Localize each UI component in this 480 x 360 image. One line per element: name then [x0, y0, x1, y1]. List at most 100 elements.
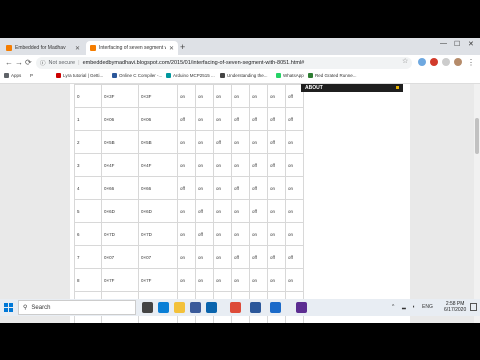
table-cell: on	[195, 176, 214, 200]
bookmark-apps[interactable]: Apps	[4, 73, 21, 78]
bookmark-lyra[interactable]: Lyra tutorial | Getti...	[56, 73, 103, 78]
table-cell: on	[267, 222, 286, 246]
close-window-button[interactable]: ✕	[468, 40, 474, 48]
mail-icon[interactable]	[206, 302, 217, 313]
extension-icon[interactable]	[442, 58, 450, 66]
table-cell: on	[177, 130, 196, 154]
windows-logo-icon	[9, 308, 13, 312]
word-icon[interactable]	[250, 302, 261, 313]
table-cell: 1	[74, 107, 102, 131]
bookmark-label: WhatsApp	[283, 73, 304, 78]
table-cell: on	[231, 199, 250, 223]
notification-center-icon[interactable]	[470, 303, 477, 311]
windows-logo-icon	[4, 303, 8, 307]
table-cell: on	[195, 107, 214, 131]
new-tab-button[interactable]: +	[180, 42, 185, 52]
volume-icon[interactable]: ◖	[412, 304, 415, 310]
table-cell: 0×6D	[138, 199, 178, 223]
store-icon[interactable]	[190, 302, 201, 313]
bookmark-online-c[interactable]: Online C Compiler -...	[112, 73, 162, 78]
menu-icon[interactable]: ⋮	[467, 57, 475, 69]
photos-icon[interactable]	[270, 302, 281, 313]
chrome-icon[interactable]	[230, 302, 241, 313]
extension-icon[interactable]	[430, 58, 438, 66]
tab-interfacing[interactable]: Interfacing of seven segment wi ✕	[86, 41, 178, 55]
apps-icon	[4, 73, 9, 78]
taskbar-search[interactable]: ⚲ Search	[18, 300, 136, 315]
table-cell: on	[213, 199, 232, 223]
sidebar-accent-mark	[396, 86, 399, 89]
table-cell: on	[177, 153, 196, 177]
table-cell: on	[213, 222, 232, 246]
bookmark-star-icon[interactable]: ☆	[402, 57, 408, 65]
scrollbar-thumb[interactable]	[475, 118, 479, 154]
page-scrollbar[interactable]	[474, 84, 480, 323]
bookmark-red-grated[interactable]: Red Grated Runne...	[308, 73, 357, 78]
table-cell: on	[231, 84, 250, 108]
profile-avatar[interactable]	[454, 58, 462, 66]
windows-logo-icon	[9, 303, 13, 307]
table-cell: off	[213, 130, 232, 154]
reload-button[interactable]: ⟳	[25, 57, 32, 69]
arduino-icon	[166, 73, 171, 78]
bookmark-p[interactable]: P	[30, 73, 33, 78]
table-cell: 0×5B	[138, 130, 178, 154]
table-cell: on	[195, 130, 214, 154]
blog-content: 0 0×3F 0×3F on on on on on on off 1 0×06 0×06 off on on…	[70, 84, 410, 323]
maximize-button[interactable]: ☐	[454, 40, 460, 48]
table-cell: 0×6D	[101, 199, 139, 223]
tray-overflow-icon[interactable]: ^	[392, 304, 394, 310]
table-cell: 0	[74, 84, 102, 108]
extension-icon[interactable]	[418, 58, 426, 66]
back-button[interactable]: ←	[5, 57, 13, 69]
task-view-icon[interactable]	[142, 302, 153, 313]
table-cell: off	[231, 107, 250, 131]
compiler-icon	[112, 73, 117, 78]
table-cell: on	[231, 268, 250, 292]
bookmark-label: P	[30, 73, 34, 78]
tab-embedded[interactable]: Embedded for Madhav ✕	[2, 41, 84, 55]
table-cell: on	[249, 130, 268, 154]
table-cell: on	[213, 153, 232, 177]
edge-icon[interactable]	[158, 302, 169, 313]
close-tab-icon[interactable]: ✕	[75, 45, 80, 52]
bookmark-arduino[interactable]: Arduino MCP2515 ...	[166, 73, 215, 78]
table-cell: 2	[74, 130, 102, 154]
search-placeholder: Search	[31, 304, 51, 311]
blogger-icon	[90, 45, 96, 51]
table-cell: off	[285, 245, 304, 269]
table-cell: 0×4F	[101, 153, 139, 177]
table-cell: on	[249, 222, 268, 246]
minimize-button[interactable]: —	[440, 40, 447, 47]
table-row: 1 0×06 0×06 off on on off off off off	[74, 107, 304, 131]
search-icon: ⚲	[23, 305, 28, 311]
bookmark-label: Understanding the...	[227, 73, 268, 78]
table-cell: 0×4F	[138, 153, 178, 177]
taskbar-clock[interactable]: 2:58 PM 6/17/2020	[444, 301, 466, 313]
network-icon[interactable]: ▂	[402, 304, 406, 310]
table-cell: 0×7D	[138, 222, 178, 246]
close-tab-icon[interactable]: ✕	[169, 45, 174, 52]
table-cell: on	[285, 222, 304, 246]
file-explorer-icon[interactable]	[174, 302, 185, 313]
info-icon[interactable]: ⓘ	[40, 59, 46, 67]
start-button[interactable]	[4, 303, 13, 312]
bookmark-understanding[interactable]: Understanding the...	[220, 73, 268, 78]
page-icon	[308, 73, 313, 78]
table-cell: 3	[74, 153, 102, 177]
security-label: Not secure	[48, 60, 76, 66]
table-cell: 0×7D	[101, 222, 139, 246]
bookmark-whatsapp[interactable]: WhatsApp	[276, 73, 304, 78]
seven-segment-table: 0 0×3F 0×3F on on on on on on off 1 0×06 0×06 off on on…	[74, 84, 304, 323]
table-cell: off	[231, 245, 250, 269]
table-row: 6 0×7D 0×7D on off on on on on on	[74, 222, 304, 246]
table-cell: 7	[74, 245, 102, 269]
table-cell: 0×7F	[101, 268, 139, 292]
table-cell: off	[195, 199, 214, 223]
forward-button[interactable]: →	[15, 57, 23, 69]
language-indicator[interactable]: ENG	[422, 304, 433, 310]
table-cell: on	[177, 222, 196, 246]
address-bar[interactable]: ⓘ Not secure | embeddedbymadhavi.blogspo…	[36, 57, 412, 69]
app-icon[interactable]	[296, 302, 307, 313]
table-cell: on	[285, 176, 304, 200]
